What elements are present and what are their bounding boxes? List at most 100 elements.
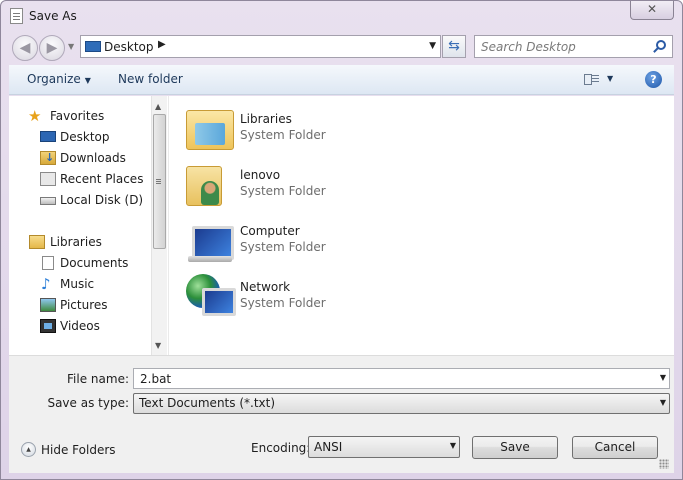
hide-folders-label: Hide Folders bbox=[41, 443, 116, 457]
sidebar-item-label: Recent Places bbox=[60, 172, 144, 186]
sidebar-item-label: Favorites bbox=[50, 109, 105, 123]
music-note-icon: ♪ bbox=[41, 275, 51, 293]
desktop-icon bbox=[85, 41, 101, 52]
address-bar[interactable]: Desktop ▶ ▼ bbox=[80, 35, 441, 58]
encoding-select[interactable]: ANSI ▼ bbox=[308, 436, 460, 458]
recent-places-icon bbox=[40, 172, 56, 186]
notepad-icon bbox=[10, 8, 23, 24]
list-item[interactable]: Libraries System Folder bbox=[186, 104, 386, 156]
search-box[interactable] bbox=[474, 35, 673, 58]
file-type: System Folder bbox=[240, 296, 326, 310]
sidebar-item-pictures[interactable]: Pictures bbox=[9, 296, 150, 315]
scroll-up-icon[interactable]: ▲ bbox=[155, 102, 161, 111]
sidebar-item-downloads[interactable]: Downloads bbox=[9, 149, 150, 168]
save-type-label: Save as type: bbox=[47, 396, 129, 410]
sidebar-item-label: Local Disk (D) bbox=[60, 193, 144, 207]
sidebar-item-videos[interactable]: Videos bbox=[9, 317, 150, 336]
sidebar-item-local-disk[interactable]: Local Disk (D) bbox=[9, 191, 150, 210]
address-crumb-desktop[interactable]: Desktop bbox=[104, 40, 154, 54]
help-button[interactable]: ? bbox=[645, 71, 662, 88]
sidebar-item-label: Desktop bbox=[60, 130, 110, 144]
sidebar-item-music[interactable]: ♪ Music bbox=[9, 275, 150, 294]
back-arrow-icon: ◀ bbox=[19, 40, 31, 56]
star-icon: ★ bbox=[28, 107, 42, 125]
scroll-down-icon[interactable]: ▼ bbox=[155, 341, 161, 350]
dialog-footer: ▲ Hide Folders Encoding: ANSI ▼ Save Can… bbox=[9, 417, 674, 473]
chevron-down-icon[interactable]: ▼ bbox=[429, 41, 436, 51]
recent-locations-dropdown-icon[interactable]: ▼ bbox=[68, 42, 74, 51]
forward-arrow-icon: ▶ bbox=[46, 40, 58, 56]
file-type: System Folder bbox=[240, 240, 326, 254]
file-name-input[interactable] bbox=[138, 371, 638, 386]
title-bar: Save As ✕ bbox=[1, 1, 682, 31]
navigation-pane: ★ Favorites Desktop Downloads Recent Pla… bbox=[9, 96, 150, 355]
sidebar-item-label: Downloads bbox=[60, 151, 126, 165]
user-folder-icon bbox=[186, 166, 222, 206]
navigation-pane-scrollbar[interactable]: ▲ ▼ bbox=[151, 96, 167, 355]
close-button[interactable]: ✕ bbox=[630, 1, 674, 20]
sidebar-item-documents[interactable]: Documents bbox=[9, 254, 150, 273]
chevron-down-icon[interactable]: ▼ bbox=[660, 373, 666, 382]
encoding-label: Encoding: bbox=[251, 441, 311, 455]
sidebar-item-label: Videos bbox=[60, 319, 100, 333]
chevron-right-icon[interactable]: ▶ bbox=[158, 39, 166, 50]
save-button[interactable]: Save bbox=[472, 436, 558, 459]
change-view-icon[interactable] bbox=[582, 71, 600, 87]
organize-button[interactable]: Organize ▼ bbox=[27, 72, 91, 86]
list-item[interactable]: Computer System Folder bbox=[186, 216, 386, 268]
view-options-dropdown-icon[interactable]: ▼ bbox=[607, 74, 613, 83]
file-list: Libraries System Folder lenovo System Fo… bbox=[169, 96, 674, 355]
file-type: System Folder bbox=[240, 128, 326, 142]
file-name: Network bbox=[240, 280, 291, 294]
downloads-icon bbox=[40, 151, 56, 165]
file-name: Libraries bbox=[240, 112, 292, 126]
drive-icon bbox=[40, 197, 56, 205]
file-type: System Folder bbox=[240, 184, 326, 198]
window-title: Save As bbox=[29, 9, 77, 23]
refresh-icon: ⇆ bbox=[448, 38, 460, 54]
sidebar-item-label: Music bbox=[60, 277, 95, 291]
videos-icon bbox=[40, 319, 56, 333]
desktop-icon bbox=[40, 131, 56, 142]
sidebar-item-label: Documents bbox=[60, 256, 129, 270]
sidebar-item-label: Pictures bbox=[60, 298, 108, 312]
browser-area: ★ Favorites Desktop Downloads Recent Pla… bbox=[9, 96, 674, 355]
chevron-down-icon: ▼ bbox=[449, 441, 456, 450]
chevron-up-icon: ▲ bbox=[21, 442, 36, 457]
sidebar-item-recent-places[interactable]: Recent Places bbox=[9, 170, 150, 189]
back-button[interactable]: ◀ bbox=[12, 35, 38, 61]
encoding-value: ANSI bbox=[314, 440, 343, 454]
help-icon: ? bbox=[650, 73, 657, 86]
search-input[interactable] bbox=[479, 39, 649, 54]
chevron-down-icon: ▼ bbox=[659, 398, 666, 407]
file-name-label: File name: bbox=[67, 372, 129, 386]
save-as-dialog: Save As ✕ ◀ ▶ ▼ Desktop ▶ ▼ ⇆ Organize▼ bbox=[0, 0, 683, 480]
file-name: Computer bbox=[240, 224, 300, 238]
navigation-bar: ◀ ▶ ▼ Desktop ▶ ▼ ⇆ bbox=[1, 31, 682, 63]
sidebar-item-label: Libraries bbox=[50, 235, 102, 249]
sidebar-item-desktop[interactable]: Desktop bbox=[9, 128, 150, 147]
network-icon bbox=[186, 272, 236, 320]
resize-grip-icon[interactable] bbox=[659, 459, 669, 469]
new-folder-button[interactable]: New folder bbox=[118, 72, 183, 86]
computer-icon bbox=[186, 224, 234, 272]
save-form: File name: ▼ Save as type: Text Document… bbox=[9, 355, 674, 417]
pictures-icon bbox=[40, 298, 56, 312]
sidebar-item-libraries[interactable]: Libraries bbox=[9, 233, 150, 252]
file-name: lenovo bbox=[240, 168, 281, 182]
file-name-combobox[interactable]: ▼ bbox=[133, 368, 670, 389]
organize-label: Organize bbox=[27, 72, 81, 86]
scroll-grip-icon bbox=[156, 179, 161, 180]
cancel-button[interactable]: Cancel bbox=[572, 436, 658, 459]
close-icon: ✕ bbox=[646, 2, 658, 16]
save-type-select[interactable]: Text Documents (*.txt) ▼ bbox=[133, 393, 670, 414]
sidebar-item-favorites[interactable]: ★ Favorites bbox=[9, 107, 150, 126]
list-item[interactable]: lenovo System Folder bbox=[186, 160, 386, 212]
command-toolbar: Organize ▼ New folder ▼ ? bbox=[9, 65, 674, 95]
scroll-thumb[interactable] bbox=[153, 114, 166, 249]
save-type-value: Text Documents (*.txt) bbox=[139, 396, 276, 410]
refresh-button[interactable]: ⇆ bbox=[442, 35, 466, 58]
list-item[interactable]: Network System Folder bbox=[186, 272, 386, 324]
search-icon[interactable] bbox=[656, 40, 666, 50]
forward-button[interactable]: ▶ bbox=[39, 35, 65, 61]
